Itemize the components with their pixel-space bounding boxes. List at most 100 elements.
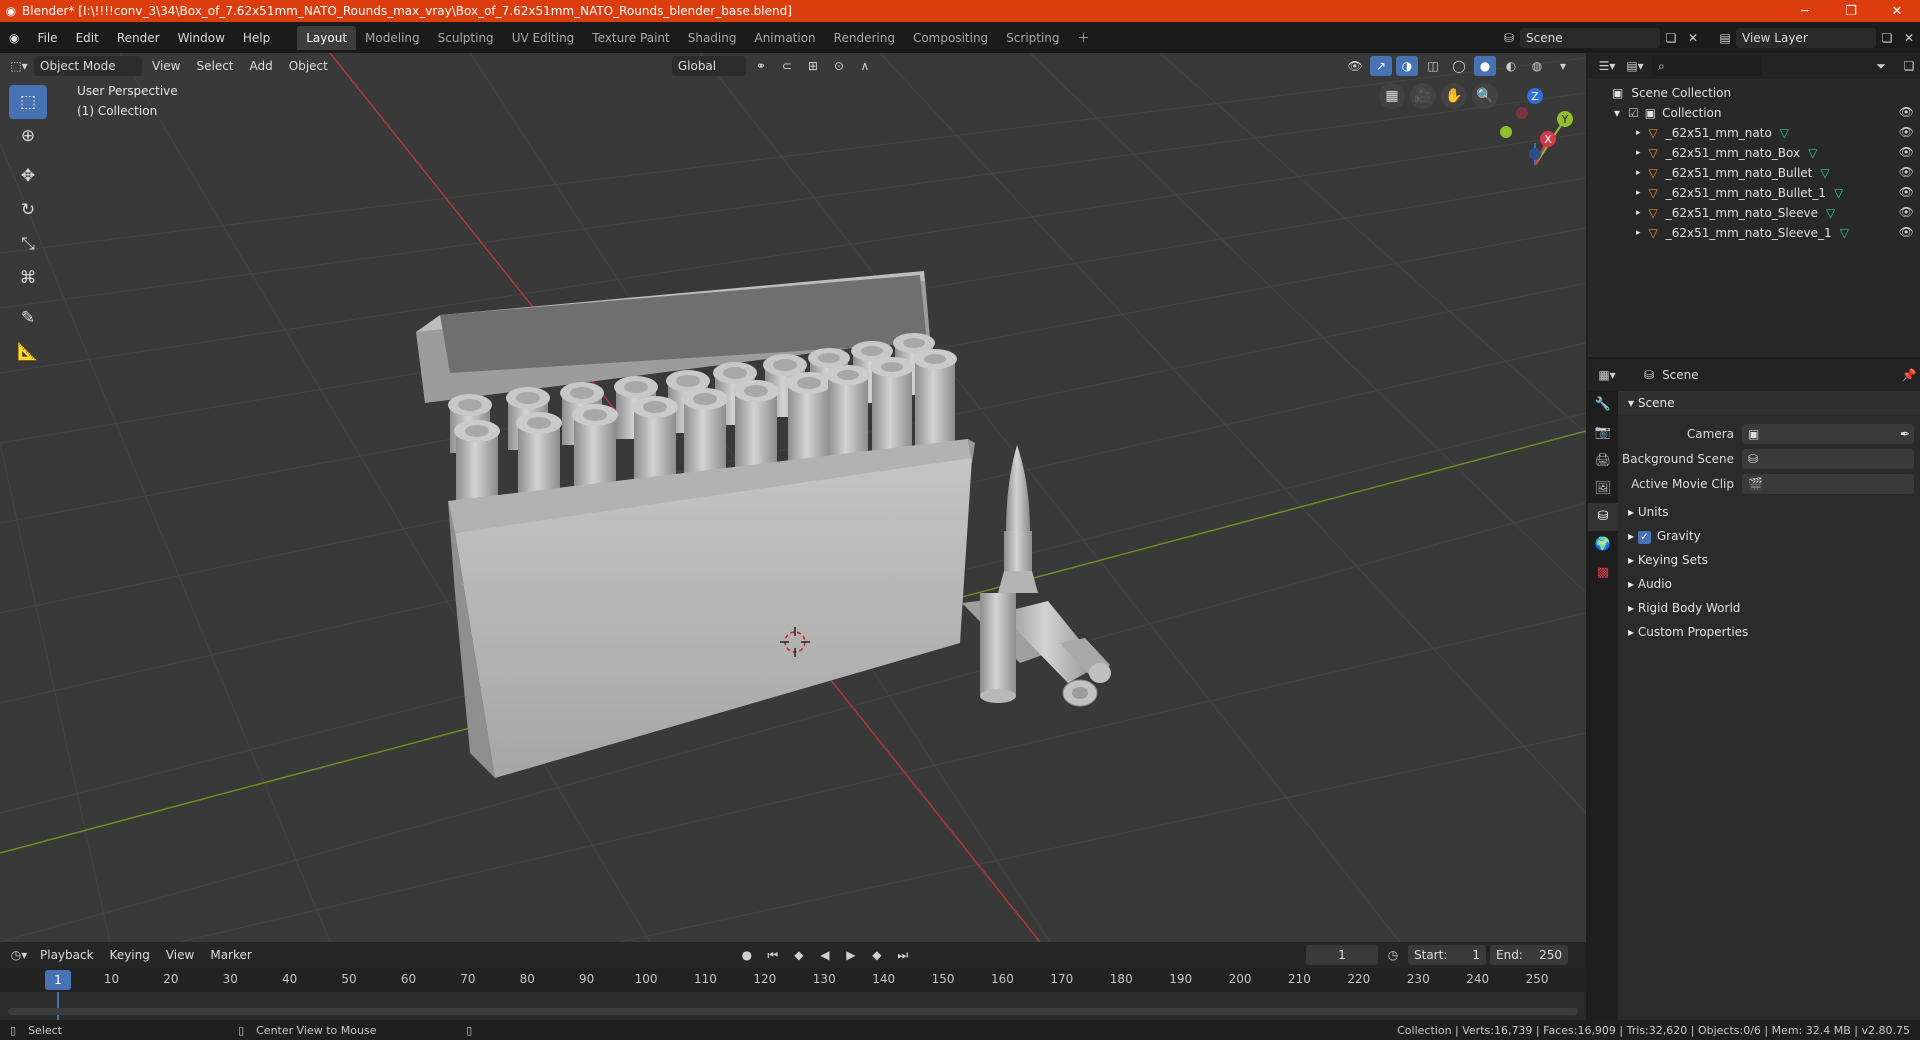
select-box-tool-icon[interactable]: ⬚ [9,85,47,119]
tab-texture-paint[interactable]: Texture Paint [583,26,678,50]
texture-tab-icon[interactable]: ▩ [1588,559,1618,587]
expand-arrow-icon[interactable]: ▸ [1636,208,1641,218]
xray-icon[interactable]: ◫ [1422,56,1444,76]
scene-section-header[interactable]: ▾ Scene [1618,391,1920,415]
menu-file[interactable]: File [28,27,66,49]
timeline-scrollbar[interactable] [8,1008,1578,1015]
movie-clip-field[interactable]: 🎬 [1742,473,1914,494]
timeline-editor-type-icon[interactable]: ◷▾ [8,945,30,965]
material-shading-icon[interactable]: ◐ [1500,56,1522,76]
current-frame-field[interactable]: 1 [1306,945,1378,965]
gravity-checkbox[interactable]: ✓ [1637,531,1651,544]
navigation-gizmo[interactable]: Z Y X [1500,88,1573,166]
render-tab-icon[interactable]: 📷 [1588,419,1618,447]
cursor-tool-icon[interactable]: ⊕ [9,119,47,153]
restore-icon[interactable]: ❐ [1828,4,1874,19]
expand-arrow-icon[interactable]: ▸ [1636,188,1641,198]
tab-modeling[interactable]: Modeling [356,26,429,50]
transform-orientation-dropdown[interactable]: Global [671,56,746,76]
expand-arrow-icon[interactable]: ▸ [1636,228,1641,238]
frame-ruler[interactable]: 1 10 20 30 40 50 60 70 80 90 100 110 120 130 140 150 160… [0,968,1586,992]
measure-tool-icon[interactable]: 📐 [9,335,47,369]
collection-row[interactable]: ▾ ☑ ▣ Collection 👁 [1588,103,1920,123]
output-tab-icon[interactable]: 🖨 [1588,447,1618,475]
keying-sets-panel[interactable]: ▸ Keying Sets [1618,548,1920,572]
tab-scripting[interactable]: Scripting [997,26,1068,50]
pan-hand-icon[interactable]: ✋ [1441,83,1467,109]
tab-sculpting[interactable]: Sculpting [429,26,503,50]
viewport-menu-select[interactable]: Select [190,56,239,76]
zoom-icon[interactable]: 🔍 [1472,83,1498,109]
clock-icon[interactable]: ◷ [1382,945,1404,965]
end-frame-field[interactable]: End: 250 [1490,945,1568,965]
annotate-tool-icon[interactable]: ✎ [9,301,47,335]
delete-view-layer-icon[interactable]: ✕ [1898,28,1920,48]
solid-shading-icon[interactable]: ● [1474,56,1496,76]
visibility-icon[interactable]: 👁 [1344,56,1366,76]
falloff-icon[interactable]: ∧ [854,56,876,76]
tab-compositing[interactable]: Compositing [904,26,997,50]
timeline-track-area[interactable] [0,992,1586,1020]
scene-selector-icon[interactable]: ⛁ [1498,28,1520,48]
rendered-shading-icon[interactable]: ◍ [1526,56,1548,76]
close-icon[interactable]: ✕ [1874,4,1920,19]
outliner-item[interactable]: ▸ ▽ _62x51_mm_nato_Box ▽ 👁 [1588,143,1920,163]
viewport-menu-view[interactable]: View [146,56,186,76]
eye-icon[interactable]: 👁 [1899,145,1914,159]
background-scene-field[interactable]: ⛁ [1742,448,1914,469]
record-icon[interactable]: ● [736,945,758,965]
expand-arrow-icon[interactable]: ▸ [1636,168,1641,178]
tab-layout[interactable]: Layout [297,25,357,50]
outliner-editor-type-icon[interactable]: ☰▾ [1596,56,1618,76]
minimize-icon[interactable]: ─ [1782,4,1828,19]
collapse-arrow-icon[interactable]: ▾ [1614,106,1620,120]
properties-editor-type-icon[interactable]: ▦▾ [1596,365,1618,385]
timeline-menu-playback[interactable]: Playback [34,945,100,965]
3d-viewport[interactable]: Z Y X ⬚▾ Object Mode View Select Add Obj… [0,53,1586,942]
add-workspace-button[interactable]: ＋ [1069,26,1099,50]
new-scene-icon[interactable]: ❏ [1660,28,1682,48]
expand-arrow-icon[interactable]: ▸ [1636,148,1641,158]
scene-field[interactable]: Scene [1520,27,1660,48]
timeline-menu-view[interactable]: View [160,945,200,965]
prev-keyframe-icon[interactable]: ◆ [788,945,810,965]
view-layer-icon[interactable]: ▤ [1714,28,1736,48]
scene-collection-row[interactable]: ▣ Scene Collection [1588,83,1920,103]
custom-properties-panel[interactable]: ▸ Custom Properties [1618,620,1920,644]
new-collection-icon[interactable]: ❏ [1898,56,1920,76]
outliner-item[interactable]: ▸ ▽ _62x51_mm_nato_Sleeve_1 ▽ 👁 [1588,223,1920,243]
grid-view-icon[interactable]: ▦ [1379,83,1405,109]
outliner-item[interactable]: ▸ ▽ _62x51_mm_nato_Sleeve ▽ 👁 [1588,203,1920,223]
rigid-body-world-panel[interactable]: ▸ Rigid Body World [1618,596,1920,620]
eye-icon[interactable]: 👁 [1899,105,1914,119]
scale-tool-icon[interactable]: ⤡ [9,227,47,261]
expand-arrow-icon[interactable]: ▸ [1636,128,1641,138]
filter-icon[interactable]: ⏷ [1870,56,1892,76]
view-layer-field[interactable]: View Layer [1736,27,1876,48]
outliner-item[interactable]: ▸ ▽ _62x51_mm_nato_Bullet_1 ▽ 👁 [1588,183,1920,203]
viewport-menu-add[interactable]: Add [244,56,279,76]
camera-view-icon[interactable]: 🎥 [1410,83,1436,109]
display-mode-icon[interactable]: ▤▾ [1624,56,1646,76]
eye-icon[interactable]: 👁 [1899,165,1914,179]
rotate-tool-icon[interactable]: ↻ [9,193,47,227]
tab-shading[interactable]: Shading [679,26,746,50]
eye-icon[interactable]: 👁 [1899,225,1914,239]
pin-icon[interactable]: 📌 [1898,365,1920,385]
transform-tool-icon[interactable]: ⌘ [9,261,47,295]
object-mode-dropdown[interactable]: Object Mode [34,56,142,76]
play-reverse-icon[interactable]: ◀ [814,945,836,965]
menu-edit[interactable]: Edit [67,27,108,49]
menu-window[interactable]: Window [169,27,234,49]
eyedropper-icon[interactable]: ✒ [1900,427,1914,441]
checkbox-icon[interactable]: ☑ [1628,106,1639,120]
proportional-edit-icon[interactable]: ⊙ [828,56,850,76]
outliner-item[interactable]: ▸ ▽ _62x51_mm_nato ▽ 👁 [1588,123,1920,143]
playhead[interactable] [57,992,59,1020]
tab-uv-editing[interactable]: UV Editing [503,26,584,50]
overlay-toggle-icon[interactable]: ◑ [1396,56,1418,76]
start-frame-field[interactable]: Start: 1 [1408,945,1486,965]
delete-scene-icon[interactable]: ✕ [1682,28,1704,48]
outliner-item[interactable]: ▸ ▽ _62x51_mm_nato_Bullet ▽ 👁 [1588,163,1920,183]
shading-options-icon[interactable]: ▾ [1552,56,1574,76]
